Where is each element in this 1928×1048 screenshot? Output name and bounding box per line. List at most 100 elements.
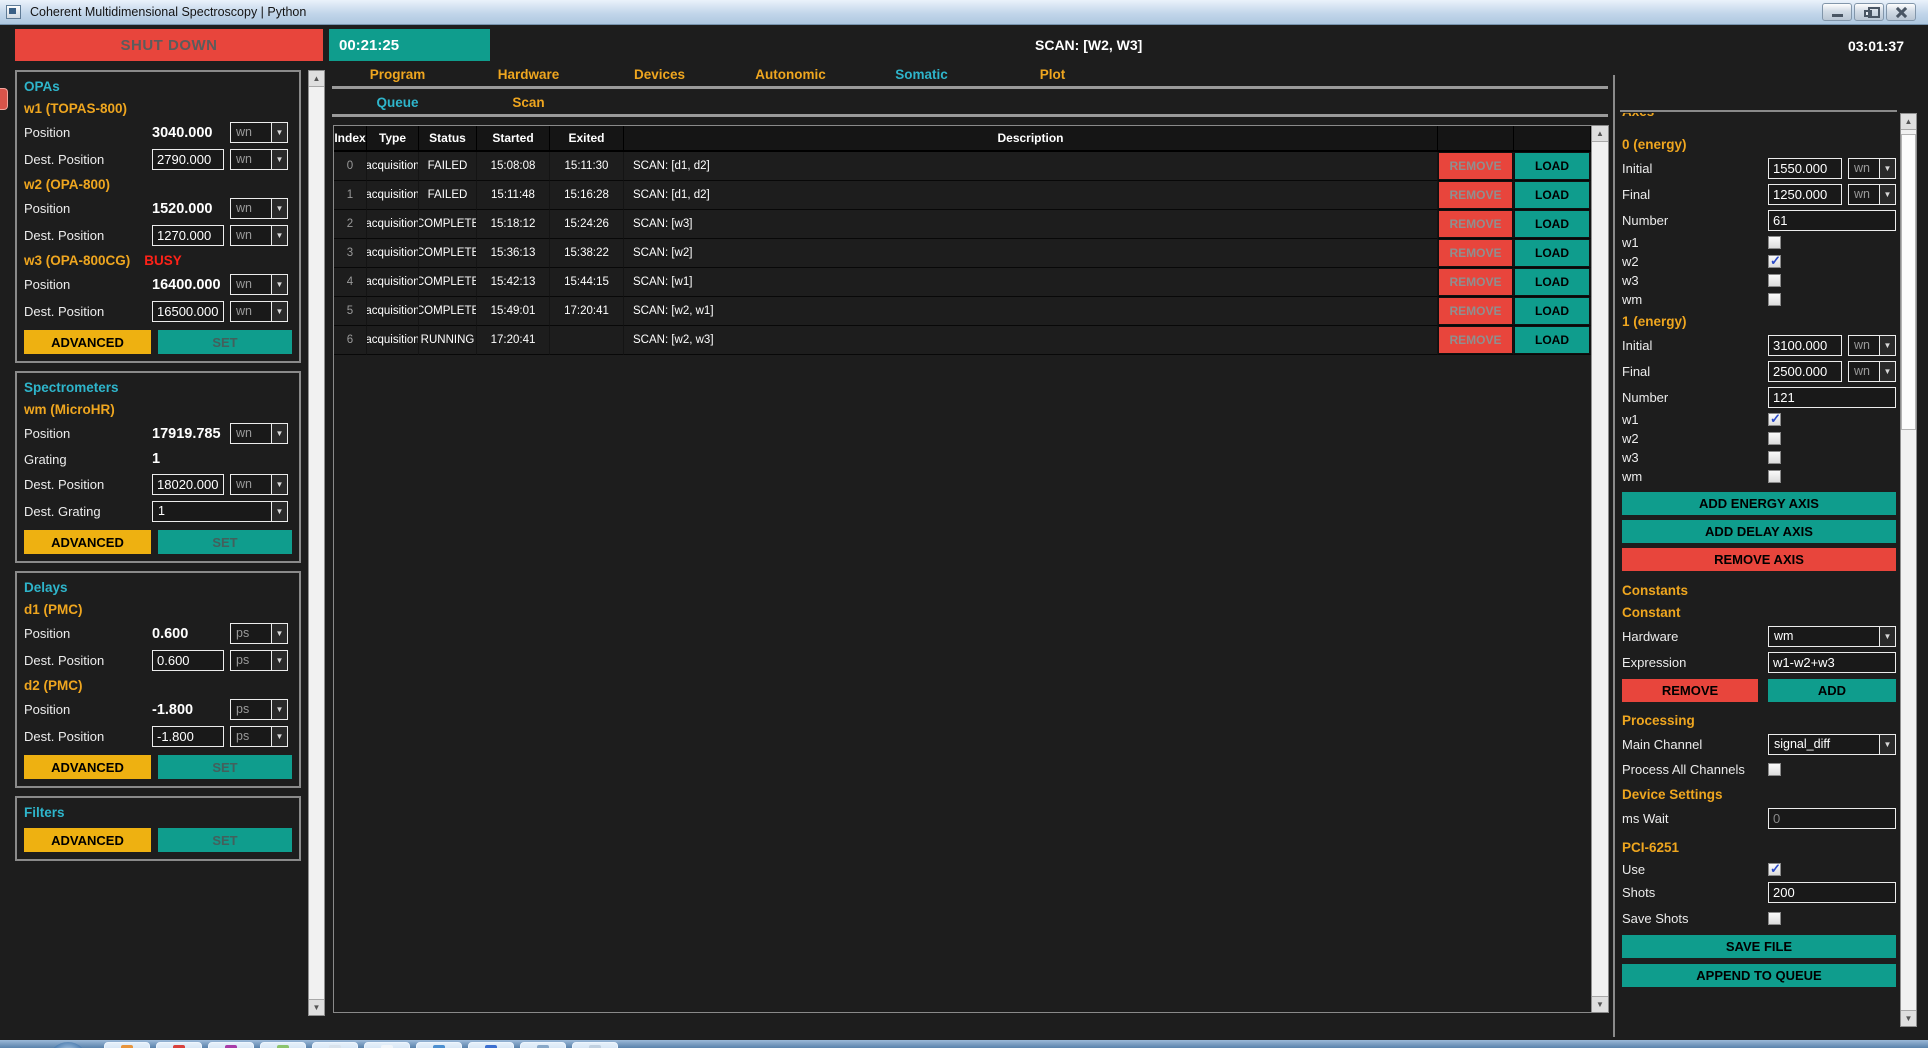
add-delay-axis-button[interactable]: ADD DELAY AXIS: [1622, 520, 1896, 543]
load-button[interactable]: LOAD: [1514, 181, 1590, 209]
start-button[interactable]: [48, 1042, 88, 1048]
units-select[interactable]: ps ▼: [230, 726, 288, 747]
advanced-button[interactable]: ADVANCED: [24, 828, 151, 852]
taskbar-button[interactable]: [208, 1042, 254, 1048]
units-select[interactable]: wn ▼: [1848, 158, 1896, 179]
close-button[interactable]: [1886, 3, 1916, 21]
hardware-checkbox[interactable]: ✓: [1768, 470, 1781, 483]
add-constant-button[interactable]: ADD: [1768, 679, 1896, 702]
remove-button[interactable]: REMOVE: [1438, 210, 1513, 238]
scrollbar-thumb[interactable]: [1901, 134, 1916, 430]
load-button[interactable]: LOAD: [1514, 326, 1590, 354]
dest-grating-select[interactable]: 1 ▼: [152, 501, 288, 522]
shots-input[interactable]: [1768, 882, 1896, 903]
scroll-down-icon[interactable]: ▼: [1592, 996, 1608, 1012]
shutdown-button[interactable]: SHUT DOWN: [15, 29, 323, 61]
number-input[interactable]: [1768, 210, 1896, 231]
scroll-up-icon[interactable]: ▲: [309, 71, 324, 87]
dest-position-input[interactable]: [152, 225, 224, 246]
units-select[interactable]: wn ▼: [230, 149, 288, 170]
advanced-button[interactable]: ADVANCED: [24, 330, 151, 354]
units-select[interactable]: wn ▼: [1848, 335, 1896, 356]
initial-input[interactable]: [1768, 158, 1842, 179]
queue-scrollbar[interactable]: ▲ ▼: [1591, 126, 1608, 1012]
taskbar-button[interactable]: [104, 1042, 150, 1048]
load-button[interactable]: LOAD: [1514, 239, 1590, 267]
units-select[interactable]: wn ▼: [230, 423, 288, 444]
remove-button[interactable]: REMOVE: [1438, 181, 1513, 209]
expression-input[interactable]: [1768, 652, 1896, 673]
remove-constant-button[interactable]: REMOVE: [1622, 679, 1758, 702]
hardware-checkbox[interactable]: ✓: [1768, 236, 1781, 249]
units-select[interactable]: wn ▼: [230, 198, 288, 219]
taskbar-button[interactable]: [364, 1042, 410, 1048]
scroll-down-icon[interactable]: ▼: [1901, 1010, 1916, 1026]
main-channel-select[interactable]: signal_diff ▼: [1768, 734, 1896, 755]
sub-tab[interactable]: Queue: [332, 95, 463, 112]
sub-tab[interactable]: Scan: [463, 95, 594, 112]
main-tab[interactable]: Plot: [987, 67, 1118, 84]
dest-position-input[interactable]: [152, 301, 224, 322]
advanced-button[interactable]: ADVANCED: [24, 755, 151, 779]
units-select[interactable]: wn ▼: [1848, 361, 1896, 382]
append-to-queue-button[interactable]: APPEND TO QUEUE: [1622, 964, 1896, 987]
final-input[interactable]: [1768, 361, 1842, 382]
taskbar-button[interactable]: [520, 1042, 566, 1048]
remove-button[interactable]: REMOVE: [1438, 297, 1513, 325]
minimize-button[interactable]: [1822, 3, 1852, 21]
set-button[interactable]: SET: [158, 330, 292, 354]
dest-position-input[interactable]: [152, 650, 224, 671]
load-button[interactable]: LOAD: [1514, 268, 1590, 296]
remove-button[interactable]: REMOVE: [1438, 326, 1513, 354]
units-select[interactable]: wn ▼: [230, 301, 288, 322]
hardware-checkbox[interactable]: ✓: [1768, 274, 1781, 287]
units-select[interactable]: wn ▼: [230, 122, 288, 143]
hardware-select[interactable]: wm ▼: [1768, 626, 1896, 647]
scan-panel-scrollbar[interactable]: ▲ ▼: [1900, 113, 1917, 1027]
units-select[interactable]: wn ▼: [230, 274, 288, 295]
number-input[interactable]: [1768, 387, 1896, 408]
taskbar-button[interactable]: [156, 1042, 202, 1048]
main-tab[interactable]: Autonomic: [725, 67, 856, 84]
remove-axis-button[interactable]: REMOVE AXIS: [1622, 548, 1896, 571]
taskbar-button[interactable]: [312, 1042, 358, 1048]
scroll-up-icon[interactable]: ▲: [1592, 126, 1608, 142]
hardware-checkbox[interactable]: ✓: [1768, 432, 1781, 445]
taskbar-button[interactable]: [572, 1042, 618, 1048]
add-energy-axis-button[interactable]: ADD ENERGY AXIS: [1622, 492, 1896, 515]
units-select[interactable]: wn ▼: [230, 225, 288, 246]
scroll-down-icon[interactable]: ▼: [309, 999, 324, 1015]
main-tab[interactable]: Program: [332, 67, 463, 84]
load-button[interactable]: LOAD: [1514, 210, 1590, 238]
hardware-checkbox[interactable]: ✓: [1768, 451, 1781, 464]
main-tab[interactable]: Devices: [594, 67, 725, 84]
dest-position-input[interactable]: [152, 149, 224, 170]
use-checkbox[interactable]: ✓: [1768, 863, 1781, 876]
final-input[interactable]: [1768, 184, 1842, 205]
set-button[interactable]: SET: [158, 530, 292, 554]
remove-button[interactable]: REMOVE: [1438, 152, 1513, 180]
ms-wait-input[interactable]: [1768, 808, 1896, 829]
load-button[interactable]: LOAD: [1514, 297, 1590, 325]
sidebar-scrollbar[interactable]: ▲ ▼: [308, 70, 325, 1016]
taskbar-button[interactable]: [468, 1042, 514, 1048]
taskbar-button[interactable]: [260, 1042, 306, 1048]
taskbar-button[interactable]: [416, 1042, 462, 1048]
units-select[interactable]: ps ▼: [230, 699, 288, 720]
remove-button[interactable]: REMOVE: [1438, 268, 1513, 296]
set-button[interactable]: SET: [158, 828, 292, 852]
initial-input[interactable]: [1768, 335, 1842, 356]
scroll-up-icon[interactable]: ▲: [1901, 114, 1916, 130]
remove-button[interactable]: REMOVE: [1438, 239, 1513, 267]
dest-position-input[interactable]: [152, 474, 224, 495]
hardware-checkbox[interactable]: ✓: [1768, 255, 1781, 268]
units-select[interactable]: wn ▼: [230, 474, 288, 495]
set-button[interactable]: SET: [158, 755, 292, 779]
units-select[interactable]: ps ▼: [230, 623, 288, 644]
units-select[interactable]: wn ▼: [1848, 184, 1896, 205]
process-all-checkbox[interactable]: ✓: [1768, 763, 1781, 776]
restore-button[interactable]: [1854, 3, 1884, 21]
dest-position-input[interactable]: [152, 726, 224, 747]
hardware-checkbox[interactable]: ✓: [1768, 413, 1781, 426]
hardware-checkbox[interactable]: ✓: [1768, 293, 1781, 306]
